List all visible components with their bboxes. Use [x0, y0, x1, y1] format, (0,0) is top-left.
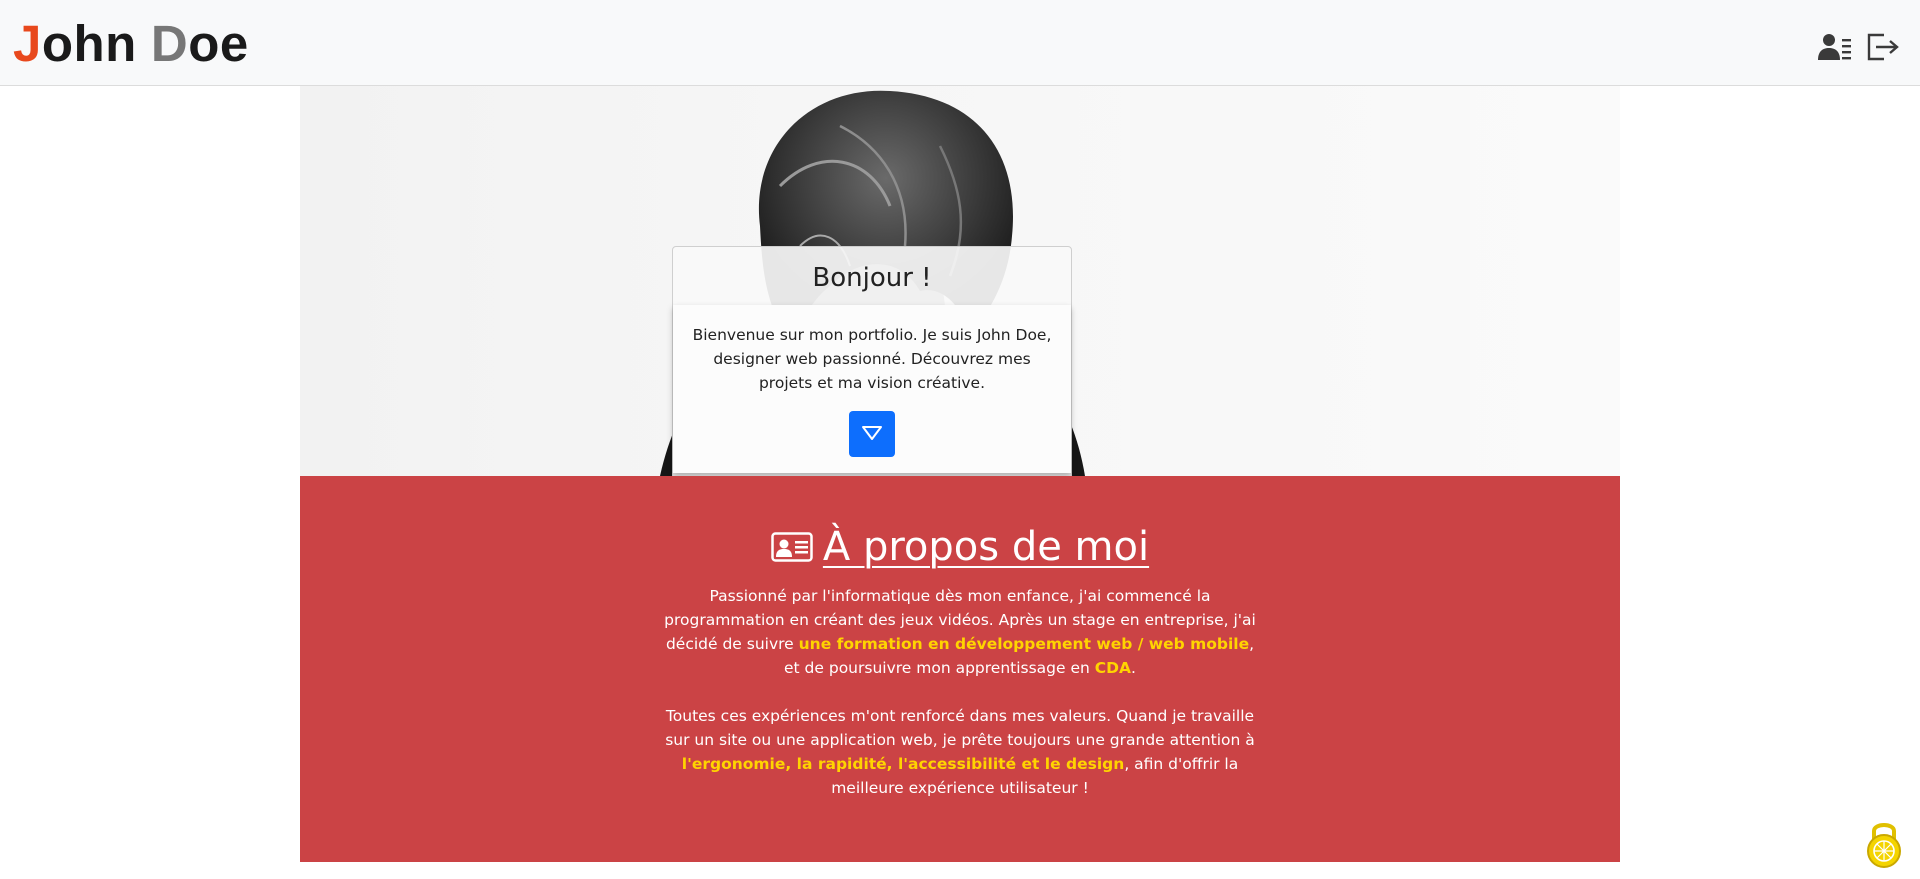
about-text: Passionné par l'informatique dès mon enf… [660, 584, 1260, 800]
about-paragraph-2: Toutes ces expériences m'ont renforcé da… [660, 704, 1260, 800]
site-logo[interactable]: John Doe [13, 14, 249, 74]
highlight-cda: CDA [1094, 659, 1132, 677]
header-actions [1818, 32, 1900, 62]
site-header: John Doe [0, 0, 1920, 86]
scroll-down-button[interactable] [849, 411, 895, 457]
hero-section: Bonjour ! Bienvenue sur mon portfolio. J… [300, 86, 1620, 476]
about-section: À propos de moi Passionné par l'informat… [300, 476, 1620, 862]
user-list-icon[interactable] [1818, 32, 1852, 62]
triangle-down-icon [862, 426, 882, 440]
intro-card-title: Bonjour ! [673, 247, 1071, 306]
logo-last-rest: oe [188, 15, 249, 72]
logo-first-rest: ohn [41, 15, 137, 72]
lock-icon[interactable] [1864, 817, 1904, 869]
intro-card: Bonjour ! Bienvenue sur mon portfolio. J… [672, 246, 1072, 476]
highlight-training: une formation en développement web / web… [798, 635, 1250, 653]
logout-icon[interactable] [1866, 32, 1900, 62]
id-card-icon [771, 532, 813, 562]
about-paragraph-1: Passionné par l'informatique dès mon enf… [660, 584, 1260, 680]
about-heading: À propos de moi [771, 524, 1149, 570]
intro-text: Bienvenue sur mon portfolio. Je suis Joh… [692, 326, 1052, 392]
text-span: . [1131, 659, 1136, 677]
text-span: Toutes ces expériences m'ont renforcé da… [665, 707, 1255, 749]
highlight-values: l'ergonomie, la rapidité, l'accessibilit… [681, 755, 1125, 773]
intro-card-body: Bienvenue sur mon portfolio. Je suis Joh… [673, 305, 1071, 473]
logo-first-initial: J [13, 15, 42, 72]
about-title: À propos de moi [822, 524, 1150, 570]
logo-last-initial: D [150, 15, 189, 72]
